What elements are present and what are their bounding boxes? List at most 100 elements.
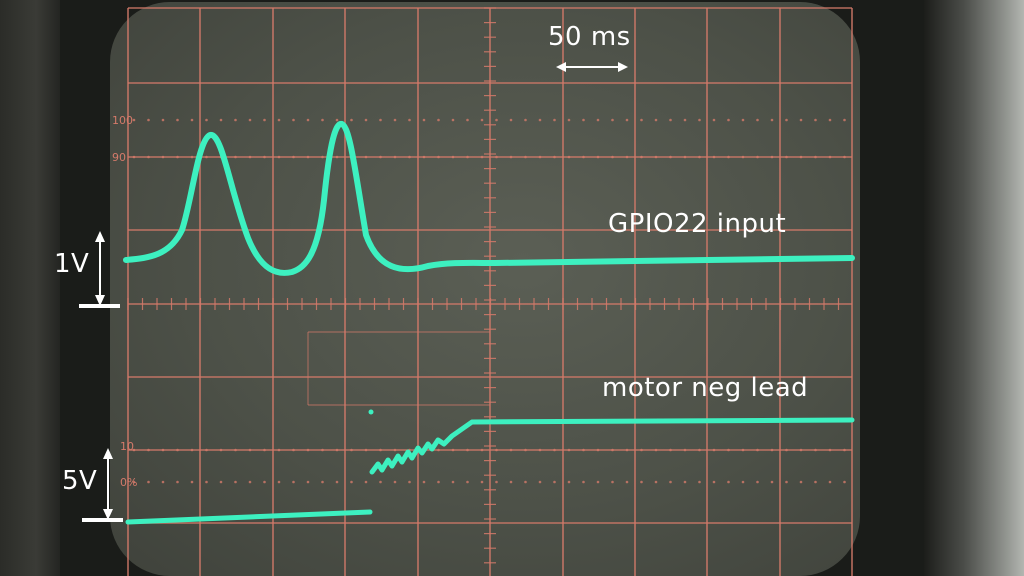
graticule-dot xyxy=(654,480,658,484)
graticule-dot xyxy=(190,480,194,484)
graticule-dot xyxy=(248,448,252,452)
channel1-label: GPIO22 input xyxy=(608,209,787,239)
graticule-dot xyxy=(422,118,426,122)
graticule-dot xyxy=(814,118,817,122)
graticule-dot xyxy=(277,155,281,159)
graticule-dot xyxy=(596,480,600,484)
graticule-dot xyxy=(611,480,614,484)
graticule-dot xyxy=(582,118,585,122)
graticule-dot xyxy=(437,448,440,452)
graticule-dot xyxy=(625,480,629,484)
graticule-dot xyxy=(234,480,237,484)
graticule-dot xyxy=(364,118,368,122)
graticule-dot xyxy=(393,480,397,484)
time-scale-arrow xyxy=(556,62,628,72)
graticule-dot xyxy=(698,155,701,159)
graticule-dot xyxy=(828,155,832,159)
graticule-dot xyxy=(495,155,498,159)
graticule-dot xyxy=(567,118,571,122)
graticule-dot xyxy=(727,155,730,159)
graticule-dot xyxy=(451,118,455,122)
graticule-dot xyxy=(596,155,600,159)
graticule-dot xyxy=(379,448,382,452)
graticule-dot xyxy=(538,448,542,452)
channel1-scale-label: 1V xyxy=(54,249,90,279)
graticule-dot xyxy=(524,118,527,122)
mark-0: 0% xyxy=(120,476,137,489)
graticule-dot xyxy=(727,480,730,484)
graticule-dot xyxy=(553,480,556,484)
graticule-dot xyxy=(147,448,150,452)
graticule-dot xyxy=(625,448,629,452)
graticule-dot xyxy=(683,118,687,122)
graticule-dot xyxy=(567,480,571,484)
graticule-dot xyxy=(219,448,223,452)
graticule-dot xyxy=(437,155,440,159)
graticule-dot xyxy=(205,155,208,159)
graticule-dot xyxy=(161,480,165,484)
graticule-dot xyxy=(785,118,788,122)
graticule-dot xyxy=(640,155,643,159)
graticule-dot xyxy=(770,448,774,452)
graticule-dot xyxy=(132,155,136,159)
graticule-dot xyxy=(321,448,324,452)
graticule-dot xyxy=(538,118,542,122)
graticule-dot xyxy=(654,155,658,159)
graticule-dot xyxy=(437,118,440,122)
graticule-dot xyxy=(321,155,324,159)
graticule-dot xyxy=(596,448,600,452)
graticule-dot xyxy=(292,118,295,122)
graticule-dot xyxy=(190,155,194,159)
graticule-dot xyxy=(147,480,150,484)
oscilloscope-display: 100 90 10 0% xyxy=(79,7,855,576)
graticule-dot xyxy=(234,448,237,452)
graticule-dot xyxy=(176,448,179,452)
graticule-dot xyxy=(814,480,817,484)
graticule-dot xyxy=(828,480,832,484)
graticule-dot xyxy=(509,155,513,159)
graticule-dot xyxy=(277,448,281,452)
graticule-dot xyxy=(161,448,165,452)
graticule-dot xyxy=(306,155,310,159)
graticule-dot xyxy=(466,480,469,484)
graticule-dot xyxy=(509,448,513,452)
graticule-dot xyxy=(350,448,353,452)
graticule-dot xyxy=(495,118,498,122)
graticule-dot xyxy=(669,155,672,159)
graticule-dot xyxy=(364,480,368,484)
graticule-dot xyxy=(495,448,498,452)
graticule-dot xyxy=(509,480,513,484)
graticule-dot xyxy=(350,480,353,484)
graticule-dot xyxy=(756,118,759,122)
graticule-dot xyxy=(190,118,194,122)
graticule-dot xyxy=(147,118,150,122)
graticule-dot xyxy=(698,118,701,122)
graticule-dot xyxy=(335,448,339,452)
graticule-dot xyxy=(422,155,426,159)
graticule-dot xyxy=(669,480,672,484)
graticule-dot xyxy=(756,155,759,159)
graticule-dot xyxy=(567,448,571,452)
graticule-dot xyxy=(625,155,629,159)
graticule-dot xyxy=(263,118,266,122)
graticule-dot xyxy=(132,118,136,122)
graticule-dot xyxy=(205,480,208,484)
graticule-dot xyxy=(466,118,469,122)
graticule-dot xyxy=(292,448,295,452)
graticule-dot xyxy=(654,448,658,452)
graticule-dot xyxy=(611,118,614,122)
graticule-dot xyxy=(611,448,614,452)
graticule-dot xyxy=(843,155,846,159)
graticule-dot xyxy=(205,118,208,122)
graticule-dot xyxy=(451,155,455,159)
graticule-dot xyxy=(335,155,339,159)
graticule-percent-marks: 100 90 10 0% xyxy=(112,114,137,489)
graticule-dot xyxy=(379,155,382,159)
graticule-dot xyxy=(364,448,368,452)
graticule-dot xyxy=(683,480,687,484)
graticule-dot xyxy=(393,155,397,159)
graticule-dot xyxy=(480,480,484,484)
channel2-scale-label: 5V xyxy=(62,466,98,496)
graticule-dot xyxy=(553,448,556,452)
graticule-dot xyxy=(335,480,339,484)
